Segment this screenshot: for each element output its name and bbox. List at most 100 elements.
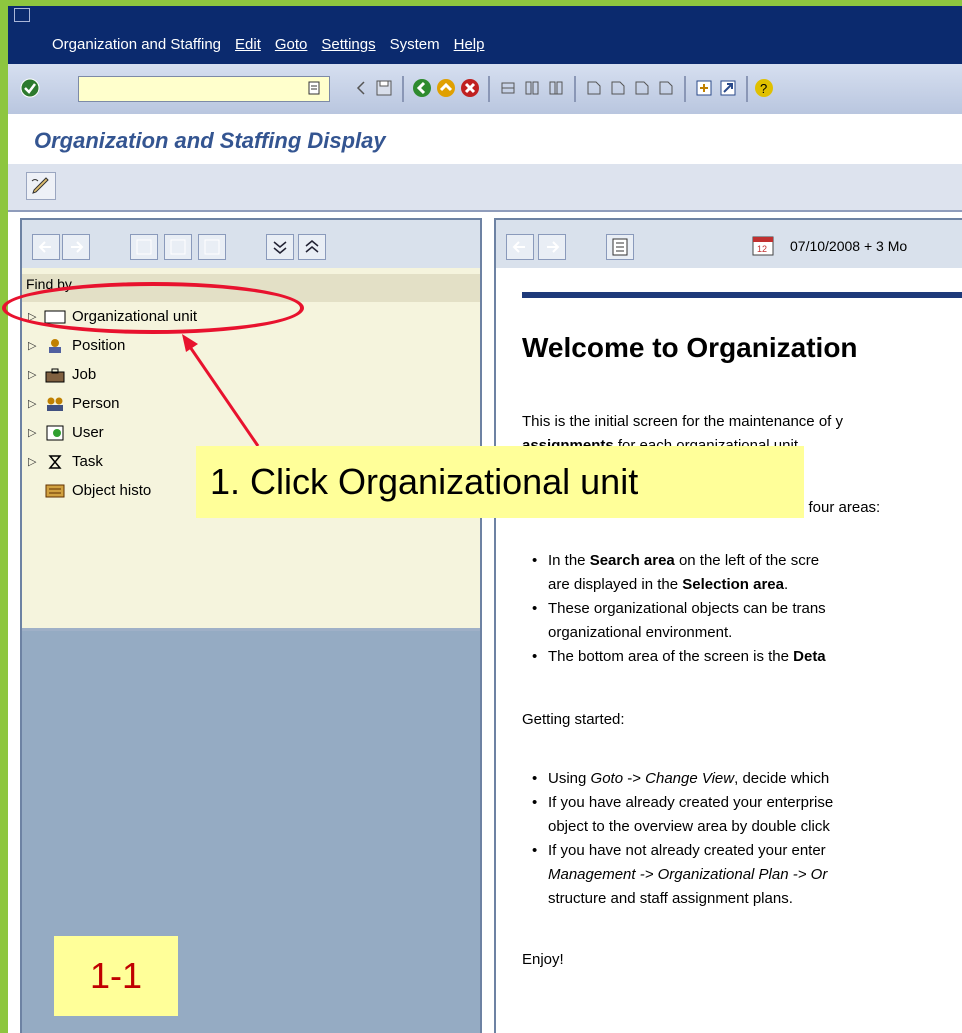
user-icon <box>46 425 64 440</box>
menu-help[interactable]: Help <box>454 36 485 53</box>
create-session-icon[interactable] <box>694 77 714 99</box>
select-all-icon <box>204 239 220 255</box>
text: In the <box>548 552 590 569</box>
collapse-node-button[interactable] <box>164 234 192 260</box>
save-icon[interactable] <box>374 77 394 99</box>
collapse-node-icon <box>170 239 186 255</box>
text: The bottom area of the screen is the <box>548 648 794 665</box>
menu-organization-and-staffing[interactable]: Organization and Staffing <box>52 36 221 53</box>
expand-triangle-icon[interactable]: ▷ <box>28 368 40 381</box>
list-view-button[interactable] <box>606 234 634 260</box>
arrow-left-icon[interactable] <box>352 77 372 99</box>
collapse-all-button[interactable] <box>298 234 326 260</box>
intro-line-1: This is the initial screen for the maint… <box>522 413 843 430</box>
back-arrow-button[interactable] <box>32 234 60 260</box>
exit-icon[interactable] <box>436 77 456 99</box>
overview-toolbar: 12 07/10/2008 + 3 Mo <box>496 220 962 268</box>
find-next-icon[interactable] <box>546 77 566 99</box>
text: , decide which <box>734 770 830 787</box>
step-number: 1-1 <box>54 936 178 1016</box>
tree-item-label: Job <box>72 366 97 383</box>
position-icon <box>49 338 61 353</box>
text-bold: Selection area <box>682 576 784 593</box>
areas-text: o four areas: <box>796 499 881 516</box>
task-icon <box>48 454 62 469</box>
job-icon <box>45 368 65 382</box>
bullet-transfer-cont: organizational environment. <box>548 624 733 641</box>
menu-system[interactable]: System <box>390 36 440 53</box>
text: . <box>783 576 789 593</box>
tree-item-user[interactable]: ▷ User <box>28 424 104 441</box>
key-date[interactable]: 07/10/2008 + 3 Mo <box>790 238 907 254</box>
bullet-search-area-cont: are displayed in the Selection area. <box>548 574 788 596</box>
list-icon <box>612 238 628 256</box>
previous-page-icon[interactable] <box>608 77 628 99</box>
help-icon[interactable]: ? <box>754 77 774 99</box>
create-shortcut-icon[interactable] <box>718 77 738 99</box>
menu-goto[interactable]: Goto <box>275 36 308 53</box>
application-toolbar <box>8 164 962 212</box>
calendar-icon[interactable]: 12 <box>752 234 774 256</box>
tree-item-label: Task <box>72 453 103 470</box>
expand-triangle-icon[interactable]: ▷ <box>28 397 40 410</box>
next-page-icon[interactable] <box>632 77 652 99</box>
find-icon[interactable] <box>522 77 542 99</box>
tree-item-label: User <box>72 424 104 441</box>
menu: Organization and Staffing Edit Goto Sett… <box>52 36 498 53</box>
expand-triangle-icon[interactable]: ▷ <box>28 339 40 352</box>
expand-node-button[interactable] <box>130 234 158 260</box>
window-menu-icon[interactable] <box>14 8 30 22</box>
enter-check-icon[interactable] <box>20 77 40 99</box>
cancel-icon[interactable] <box>460 77 480 99</box>
print-icon[interactable] <box>498 77 518 99</box>
first-page-icon[interactable] <box>584 77 604 99</box>
tree-item-job[interactable]: ▷ Job <box>28 366 96 383</box>
expand-node-icon <box>136 239 152 255</box>
date-period: + 3 Mo <box>863 238 908 254</box>
overview-area: 12 07/10/2008 + 3 Mo Welcome to Organiza… <box>494 218 962 1033</box>
title-bar: Organization and Staffing Display <box>8 114 962 165</box>
back-icon[interactable] <box>412 77 432 99</box>
menu-settings[interactable]: Settings <box>321 36 375 53</box>
text: Using <box>548 770 591 787</box>
tree-item-label: Position <box>72 337 126 354</box>
command-history-icon[interactable] <box>304 77 324 99</box>
bullet-transfer: These organizational objects can be tran… <box>532 598 826 620</box>
search-area-toolbar <box>22 220 480 268</box>
tree-item-position[interactable]: ▷ Position <box>28 337 125 354</box>
arrow-left-icon <box>38 241 51 253</box>
expand-triangle-icon[interactable]: ▷ <box>28 426 40 439</box>
command-field[interactable] <box>78 76 330 102</box>
object-history-icon <box>45 484 65 497</box>
forward-arrow-button[interactable] <box>62 234 90 260</box>
key-date-value: 07/10/2008 <box>790 238 861 254</box>
expand-triangle-icon[interactable]: ▷ <box>28 455 40 468</box>
bullet-not-created: If you have not already created your ent… <box>532 840 826 862</box>
tree-item-object-history[interactable]: Object histo <box>40 482 151 499</box>
tree-item-task[interactable]: ▷ Task <box>28 453 103 470</box>
header-rule <box>522 292 962 298</box>
tree-item-label: Person <box>72 395 120 412</box>
person-icon <box>47 397 63 411</box>
instruction-callout: 1. Click Organizational unit <box>196 446 804 518</box>
expand-all-button[interactable] <box>266 234 294 260</box>
text-italic: Goto <box>590 770 624 787</box>
forward-arrow-button[interactable] <box>538 234 566 260</box>
page-title: Organization and Staffing Display <box>34 128 386 153</box>
select-all-button[interactable] <box>198 234 226 260</box>
standard-toolbar: ? <box>8 64 962 115</box>
bullet-not-created-cont: structure and staff assignment plans. <box>548 890 793 907</box>
text-bold: Deta <box>793 648 826 665</box>
text: are displayed in the <box>548 576 683 593</box>
arrow-right-icon <box>71 241 84 253</box>
tree-item-person[interactable]: ▷ Person <box>28 395 120 412</box>
display-change-pencil-icon[interactable] <box>26 172 56 200</box>
bullet-already-created-cont: object to the overview area by double cl… <box>548 818 830 835</box>
menu-edit[interactable]: Edit <box>235 36 261 53</box>
svg-text:12: 12 <box>757 244 767 254</box>
enjoy-text: Enjoy! <box>522 951 564 968</box>
bullet-change-view: Using Goto -> Change View, decide which <box>532 768 830 790</box>
text-bold: Search area <box>589 552 675 569</box>
last-page-icon[interactable] <box>656 77 676 99</box>
back-arrow-button[interactable] <box>506 234 534 260</box>
